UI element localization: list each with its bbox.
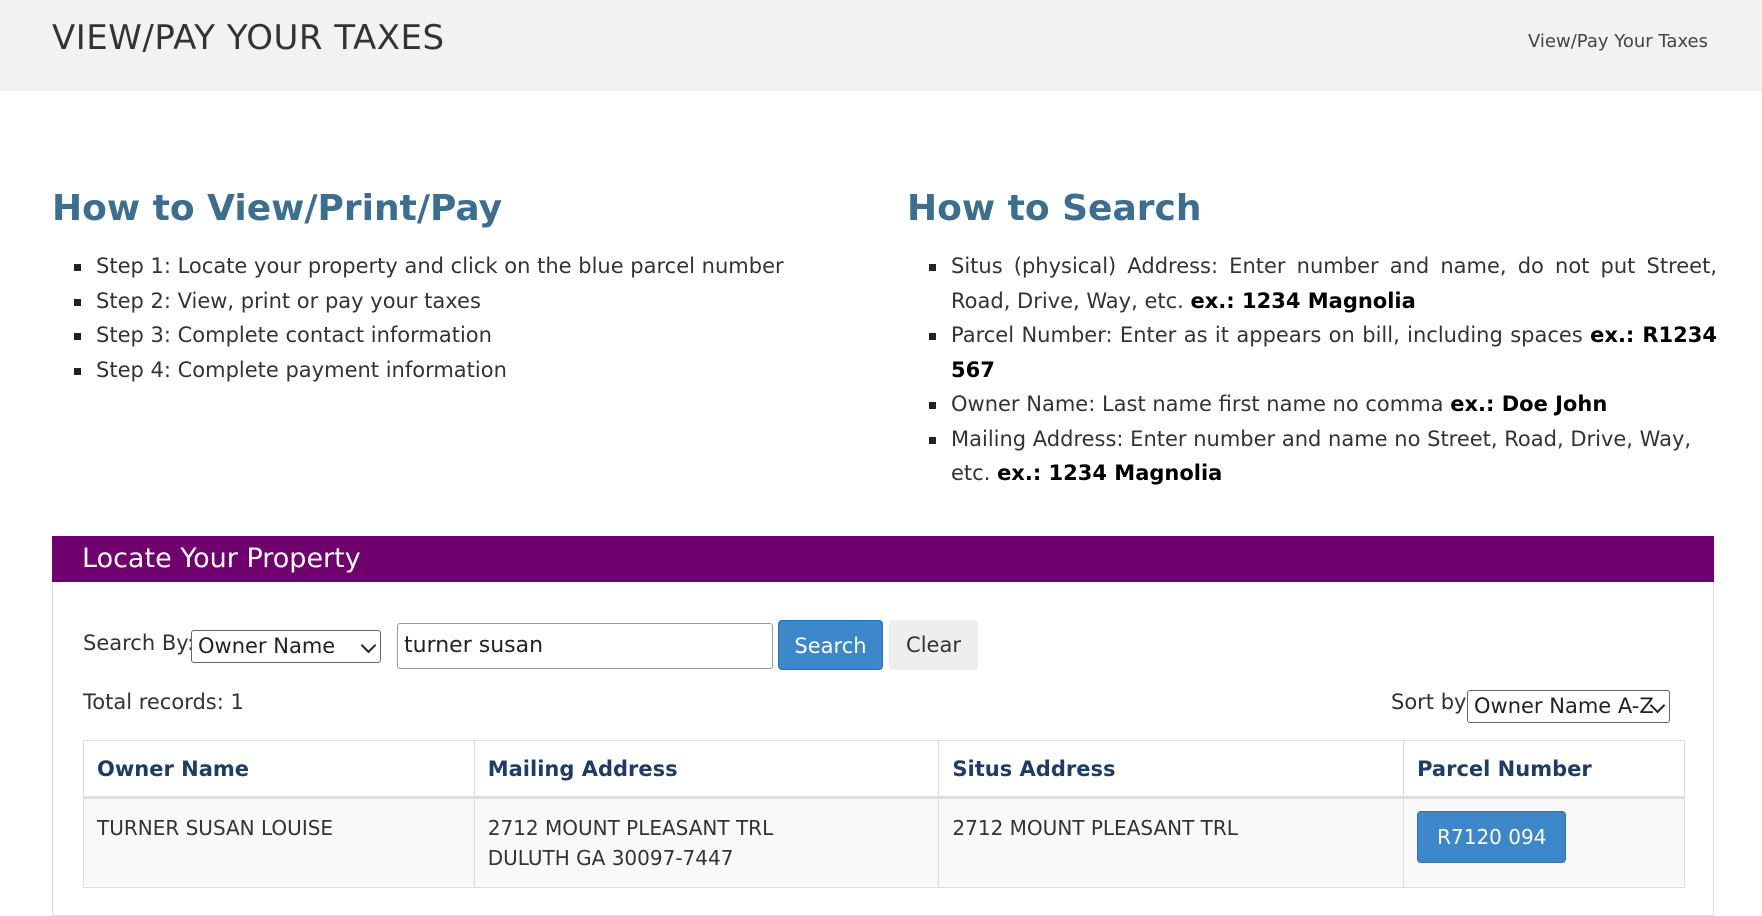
breadcrumb[interactable]: View/Pay Your Taxes [1528, 31, 1708, 52]
search-input[interactable]: turner susan [397, 623, 773, 669]
search-by-select[interactable]: Owner Name [191, 630, 381, 663]
table-row: TURNER SUSAN LOUISE 2712 MOUNT PLEASANT … [83, 797, 1685, 888]
clear-button[interactable]: Clear [889, 620, 978, 670]
howto-heading: How to View/Print/Pay [52, 188, 503, 229]
mailing-line: DULUTH GA 30097-7447 [487, 846, 734, 870]
list-item: Step 4: Complete payment information [52, 353, 832, 388]
owner-cell: TURNER SUSAN LOUISE [83, 797, 475, 888]
column-header-parcel[interactable]: Parcel Number [1403, 740, 1685, 799]
help-text: Parcel Number: Enter as it appears on bi… [951, 323, 1583, 347]
column-header-mailing[interactable]: Mailing Address [473, 740, 940, 799]
list-item: Step 1: Locate your property and click o… [52, 249, 832, 284]
locate-property-panel: Locate Your Property Search By: Owner Na… [52, 536, 1714, 916]
search-by-value: Owner Name [198, 634, 336, 658]
chevron-down-icon [360, 637, 377, 654]
page-title: VIEW/PAY YOUR TAXES [52, 18, 445, 58]
list-item: Owner Name: Last name first name no comm… [907, 387, 1717, 422]
parcel-number-button[interactable]: R7120 094 [1417, 811, 1567, 863]
search-by-label: Search By: [83, 631, 195, 655]
sort-label: Sort by [1391, 690, 1467, 714]
search-help-list: Situs (physical) Address: Enter number a… [907, 249, 1717, 491]
search-help-heading: How to Search [907, 188, 1202, 229]
list-item: Parcel Number: Enter as it appears on bi… [907, 318, 1717, 387]
parcel-cell: R7120 094 [1403, 797, 1685, 888]
situs-cell: 2712 MOUNT PLEASANT TRL [938, 797, 1405, 888]
help-text: Owner Name: Last name first name no comm… [951, 392, 1444, 416]
list-item: Step 3: Complete contact information [52, 318, 832, 353]
help-example: ex.: 1234 Magnolia [1190, 288, 1416, 313]
page-header: VIEW/PAY YOUR TAXES View/Pay Your Taxes [0, 0, 1762, 91]
search-button[interactable]: Search [778, 620, 883, 670]
total-records: Total records: 1 [83, 690, 244, 714]
help-example: ex.: 1234 Magnolia [997, 461, 1223, 485]
results-table: Owner Name Mailing Address Situs Address… [83, 740, 1685, 888]
panel-title: Locate Your Property [52, 536, 1714, 582]
mailing-line: 2712 MOUNT PLEASANT TRL [487, 816, 774, 840]
help-example: ex.: Doe John [1450, 392, 1608, 416]
list-item: Mailing Address: Enter number and name n… [907, 422, 1717, 491]
howto-steps-list: Step 1: Locate your property and click o… [52, 249, 832, 387]
sort-select[interactable]: Owner Name A-Z [1467, 690, 1670, 723]
column-header-owner[interactable]: Owner Name [83, 740, 475, 799]
list-item: Situs (physical) Address: Enter number a… [907, 249, 1717, 318]
list-item: Step 2: View, print or pay your taxes [52, 284, 832, 319]
sort-value: Owner Name A-Z [1474, 694, 1654, 718]
table-header-row: Owner Name Mailing Address Situs Address… [83, 740, 1685, 799]
column-header-situs[interactable]: Situs Address [938, 740, 1405, 799]
mailing-cell: 2712 MOUNT PLEASANT TRL DULUTH GA 30097-… [473, 797, 940, 888]
